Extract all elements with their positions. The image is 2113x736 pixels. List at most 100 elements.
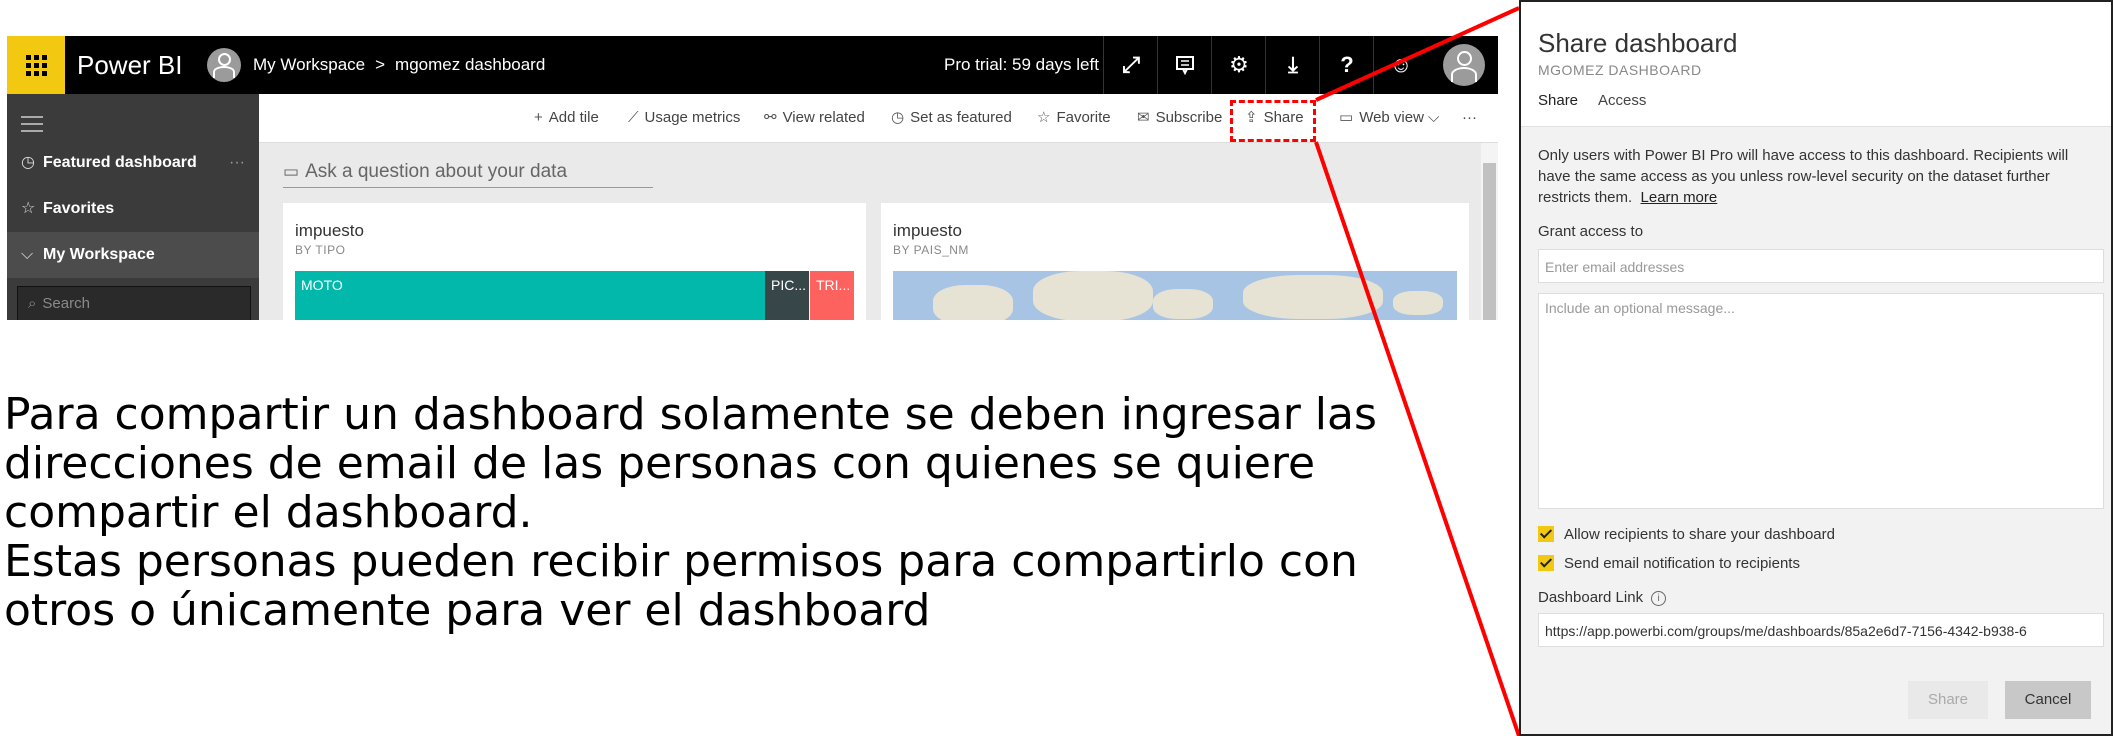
share-submit-button[interactable]: Share (1908, 681, 1988, 719)
email-input[interactable]: Enter email addresses (1538, 249, 2104, 283)
message-textarea[interactable]: Include an optional message... (1538, 293, 2104, 509)
subscribe-label: Subscribe (1155, 109, 1223, 126)
chevron-down-icon: ⌵ (21, 246, 34, 263)
caption-line: Para compartir un dashboard solamente se… (4, 389, 1377, 440)
dashboard-link-label: Dashboard Link i (1538, 589, 1667, 606)
grant-access-label: Grant access to (1538, 223, 1644, 240)
featured-icon: ◷ (891, 109, 905, 126)
email-placeholder: Enter email addresses (1545, 259, 1685, 275)
usage-metrics-label: Usage metrics (644, 109, 741, 126)
tile-title: impuesto (893, 221, 962, 240)
treemap-block[interactable]: MOTO (295, 271, 765, 320)
info-icon[interactable]: i (1651, 591, 1667, 606)
search-icon: ⌕ (28, 295, 37, 312)
send-email-checkbox-row[interactable]: Send email notification to recipients (1538, 554, 1800, 574)
view-related-label: View related (782, 109, 865, 126)
web-view-label: Web view (1359, 109, 1424, 126)
user-avatar-icon[interactable] (1443, 44, 1485, 86)
trial-status[interactable]: Pro trial: 59 days left (944, 36, 1099, 94)
view-related-button[interactable]: ⚯ View related (764, 94, 865, 142)
sidebar: ◷ Featured dashboard ··· ☆ Favorites ⌵ My W… (7, 94, 259, 320)
sidebar-item-favorites[interactable]: ☆ Favorites (7, 186, 259, 232)
comment-icon: ▭ (283, 162, 300, 181)
feedback-icon[interactable] (1157, 36, 1212, 94)
dialog-title: Share dashboard (1538, 28, 1738, 58)
star-icon: ☆ (21, 200, 36, 217)
send-email-checkbox[interactable] (1538, 555, 1554, 571)
workspace-avatar-icon (207, 48, 241, 82)
sidebar-search-placeholder: Search (42, 295, 90, 312)
plus-icon: + (534, 109, 543, 126)
waffle-icon[interactable] (7, 36, 65, 94)
breadcrumb: My Workspace > mgomez dashboard (253, 36, 545, 94)
learn-more-link[interactable]: Learn more (1641, 189, 1718, 206)
scrollbar-thumb[interactable] (1483, 163, 1496, 320)
breadcrumb-dashboard[interactable]: mgomez dashboard (395, 55, 545, 74)
message-placeholder: Include an optional message... (1545, 300, 1735, 316)
web-view-button[interactable]: ▭ Web view ⌵ (1339, 94, 1439, 142)
tile-subtitle: BY TIPO (295, 243, 346, 257)
send-email-label: Send email notification to recipients (1564, 555, 1800, 572)
subscribe-button[interactable]: ✉ Subscribe (1137, 94, 1222, 142)
powerbi-screenshot: Power BI My Workspace > mgomez dashboard P… (7, 36, 1498, 320)
sidebar-item-label: Favorites (43, 200, 115, 217)
tab-access[interactable]: Access (1598, 92, 1646, 109)
set-as-featured-button[interactable]: ◷ Set as featured (891, 94, 1012, 142)
add-tile-label: Add tile (548, 109, 599, 126)
breadcrumb-workspace[interactable]: My Workspace (253, 55, 365, 74)
chevron-down-icon: ⌵ (1427, 109, 1440, 126)
breadcrumb-separator: > (375, 55, 386, 74)
tile-title: impuesto (295, 221, 364, 240)
sidebar-item-label: My Workspace (43, 246, 155, 263)
caption-line: compartir el dashboard. (4, 487, 533, 538)
mail-icon: ✉ (1137, 109, 1150, 126)
vertical-scrollbar[interactable] (1481, 143, 1498, 320)
cancel-button[interactable]: Cancel (2005, 681, 2091, 719)
add-tile-button[interactable]: + Add tile (534, 94, 599, 142)
allow-share-checkbox[interactable] (1538, 526, 1554, 542)
sidebar-item-label: Featured dashboard (43, 154, 197, 171)
app-brand: Power BI (77, 50, 183, 80)
treemap-block[interactable]: TRI... (810, 271, 854, 320)
dashboard-link-label-text: Dashboard Link (1538, 589, 1644, 606)
more-options-icon[interactable]: ··· (229, 140, 245, 186)
access-info: Only users with Power BI Pro will have a… (1538, 145, 2088, 208)
download-icon[interactable]: ⤓ (1265, 36, 1320, 94)
dashboard-link-field[interactable]: https://app.powerbi.com/groups/me/dashbo… (1538, 613, 2104, 647)
chart-line-icon: ⟋ (628, 109, 639, 126)
dialog-body: Only users with Power BI Pro will have a… (1521, 126, 2111, 734)
share-highlight-box (1230, 100, 1316, 142)
treemap-block[interactable]: PIC... (765, 271, 809, 320)
caption-text: Para compartir un dashboard solamente se… (4, 390, 1404, 635)
related-icon: ⚯ (764, 109, 777, 126)
dialog-subtitle: MGOMEZ DASHBOARD (1538, 62, 1702, 78)
expand-icon[interactable]: ⤢ (1103, 36, 1158, 94)
allow-share-label: Allow recipients to share your dashboard (1564, 526, 1835, 543)
hamburger-icon[interactable] (21, 116, 43, 137)
tile-impuesto-tipo[interactable]: impuesto BY TIPO MOTO PIC... TRI... (283, 203, 866, 320)
qna-placeholder: Ask a question about your data (305, 161, 568, 182)
access-info-text: Only users with Power BI Pro will have a… (1538, 147, 2069, 206)
qna-input[interactable]: ▭ Ask a question about your data (283, 157, 653, 188)
dashboard-canvas: ▭ Ask a question about your data impuesto… (259, 143, 1498, 320)
tile-impuesto-pais[interactable]: impuesto BY PAIS_NM (881, 203, 1469, 320)
caption-line: otros o únicamente para ver el dashboard (4, 585, 931, 636)
top-bar: Power BI My Workspace > mgomez dashboard P… (7, 36, 1498, 94)
star-icon: ☆ (1037, 109, 1051, 126)
help-icon[interactable]: ? (1319, 36, 1374, 94)
sidebar-item-featured-dashboard[interactable]: ◷ Featured dashboard ··· (7, 140, 259, 186)
allow-share-checkbox-row[interactable]: Allow recipients to share your dashboard (1538, 525, 1835, 545)
sidebar-item-my-workspace[interactable]: ⌵ My Workspace (7, 232, 259, 278)
tab-share[interactable]: Share (1538, 92, 1578, 109)
share-dialog: Share dashboard MGOMEZ DASHBOARD Share A… (1519, 0, 2113, 736)
map-visual[interactable] (893, 271, 1457, 320)
caption-line: Estas personas pueden recibir permisos p… (4, 536, 1358, 587)
tile-subtitle: BY PAIS_NM (893, 243, 969, 257)
sidebar-search-input[interactable]: ⌕ Search (17, 286, 251, 320)
usage-metrics-button[interactable]: ⟋ Usage metrics (628, 94, 740, 142)
smiley-icon[interactable]: ☺ (1373, 36, 1428, 94)
monitor-icon: ▭ (1339, 109, 1354, 126)
gear-icon[interactable]: ⚙ (1211, 36, 1266, 94)
favorite-button[interactable]: ☆ Favorite (1037, 94, 1111, 142)
more-options-icon[interactable]: ··· (1462, 94, 1477, 142)
